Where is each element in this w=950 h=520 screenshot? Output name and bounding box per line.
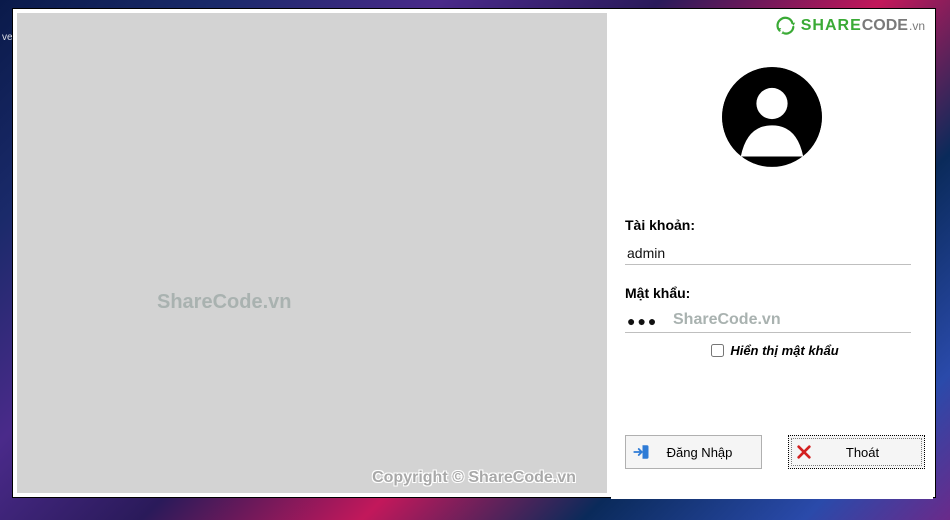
login-form: Tài khoản: Mật khẩu: ShareCode.vn Hiển t… [625, 217, 925, 358]
background-text-fragment: ve [2, 32, 13, 43]
login-button[interactable]: Đăng Nhập [625, 435, 762, 469]
brand-text-2: CODE [862, 17, 908, 35]
brand-tld: .vn [909, 19, 925, 33]
left-banner-pane: ShareCode.vn [17, 13, 607, 493]
close-icon [789, 444, 819, 460]
user-avatar-icon [720, 65, 824, 169]
login-form-pane: SHARECODE.vn Tài khoản: Mật kh [611, 9, 933, 499]
watermark-center: ShareCode.vn [157, 291, 291, 314]
show-password-checkbox[interactable] [711, 344, 724, 357]
brand-logo: SHARECODE.vn [775, 15, 925, 37]
login-button-label: Đăng Nhập [656, 445, 761, 460]
login-window: ShareCode.vn SHARECODE.vn [12, 8, 936, 498]
username-input[interactable] [625, 241, 911, 265]
brand-swirl-icon [775, 15, 797, 37]
login-icon [626, 443, 656, 461]
password-label: Mật khẩu: [625, 285, 925, 301]
username-label: Tài khoản: [625, 217, 925, 233]
exit-button[interactable]: Thoát [788, 435, 925, 469]
avatar [611, 65, 933, 169]
show-password-label[interactable]: Hiển thị mật khẩu [730, 343, 838, 358]
exit-button-label: Thoát [819, 445, 924, 460]
button-row: Đăng Nhập Thoát [625, 435, 925, 469]
password-input[interactable] [625, 309, 911, 333]
brand-text-1: SHARE [801, 17, 862, 35]
